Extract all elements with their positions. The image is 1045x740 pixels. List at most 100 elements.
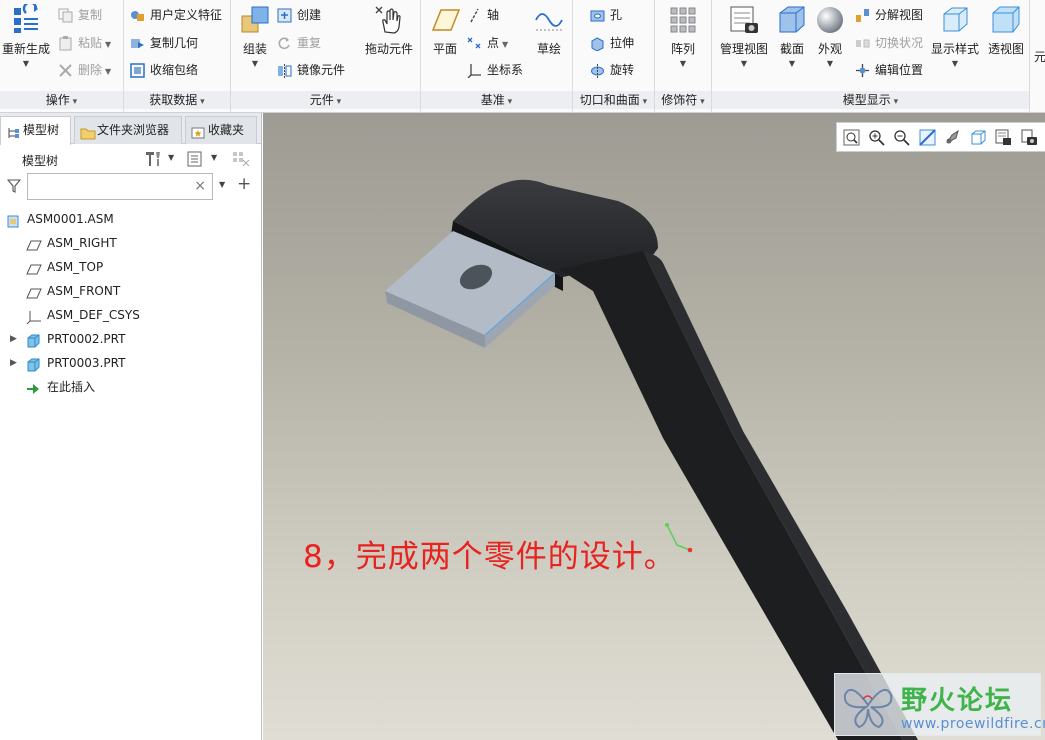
clear-icon[interactable]: ×	[194, 178, 206, 194]
tree-item-assembly[interactable]: ASM0001.ASM	[0, 207, 262, 231]
refit-icon[interactable]	[843, 129, 860, 146]
repaint-icon[interactable]	[919, 129, 936, 146]
explode-view-button[interactable]: 分解视图	[855, 4, 923, 26]
tree-search-row: × ▼ +	[0, 173, 262, 203]
regenerate-button[interactable]: 重新生成 ▼	[0, 1, 52, 68]
add-icon[interactable]: +	[237, 174, 251, 194]
plane-button[interactable]: 平面	[425, 4, 465, 57]
group-label-component[interactable]: 元件	[231, 91, 420, 109]
chevron-down-icon[interactable]: ▼	[211, 153, 217, 162]
group-label-datum[interactable]: 基准	[421, 91, 572, 109]
group-label-cut-surface[interactable]: 切口和曲面	[573, 91, 654, 109]
saved-orientations-icon[interactable]	[970, 129, 987, 146]
folder-icon	[80, 123, 96, 140]
appearance-button[interactable]: 外观 ▼	[812, 4, 848, 68]
tree-item-label: PRT0003.PRT	[47, 356, 126, 370]
overflow-button[interactable]: 元	[1034, 48, 1045, 65]
axis-button[interactable]: 轴	[467, 4, 499, 26]
expand-arrow-icon[interactable]: ▶	[10, 351, 17, 375]
group-label-model-display[interactable]: 模型显示	[712, 91, 1029, 109]
tree-item-part[interactable]: ▶ PRT0003.PRT	[0, 351, 262, 375]
assemble-button[interactable]: 组装 ▼	[235, 4, 275, 68]
repeat-button[interactable]: 重复	[277, 32, 321, 54]
drag-components-button[interactable]: 拖动元件	[361, 4, 417, 57]
tab-model-tree[interactable]: 模型树	[0, 116, 71, 145]
tab-favorites[interactable]: 收藏夹	[185, 116, 257, 144]
tree-search-input[interactable]: ×	[27, 173, 213, 200]
chevron-down-icon[interactable]: ▼	[219, 180, 225, 189]
tree-item-datum-plane[interactable]: ASM_FRONT	[0, 279, 262, 303]
tab-folder-browser-label: 文件夹浏览器	[97, 123, 170, 137]
toggle-status-button[interactable]: 切换状况	[855, 32, 923, 54]
explode-view-icon	[855, 8, 870, 23]
tree-item-datum-plane[interactable]: ASM_RIGHT	[0, 231, 262, 255]
section-button[interactable]: 截面 ▼	[774, 4, 810, 68]
pattern-button[interactable]: 阵列 ▼	[661, 4, 705, 68]
favorites-icon	[191, 123, 205, 139]
copy-label: 复制	[78, 8, 103, 22]
group-component: 组装 ▼ 创建 重复 镜像元件 拖动元件 元件	[231, 0, 421, 113]
display-style-button[interactable]: 显示样式 ▼	[930, 4, 980, 68]
create-label: 创建	[297, 8, 322, 22]
camera-icon[interactable]	[1021, 129, 1038, 146]
chevron-down-icon: ▼	[679, 59, 687, 68]
mirror-component-button[interactable]: 镜像元件	[277, 59, 345, 81]
tree-filters-icon[interactable]	[186, 150, 204, 168]
drag-components-label: 拖动元件	[364, 42, 413, 56]
hole-button[interactable]: 孔	[590, 4, 622, 26]
point-icon	[467, 36, 482, 51]
tree-item-insert-here[interactable]: 在此插入	[0, 375, 262, 399]
group-label-operations[interactable]: 操作	[0, 91, 123, 109]
manage-views-button[interactable]: 管理视图 ▼	[716, 4, 772, 68]
perspective-cube-icon	[990, 4, 1022, 36]
view-manager-icon[interactable]	[995, 129, 1012, 146]
filter-icon[interactable]	[6, 179, 22, 193]
sketch-button[interactable]: 草绘	[529, 4, 569, 57]
perspective-button[interactable]: 透视图	[984, 4, 1028, 57]
chevron-down-icon: ▼	[740, 59, 748, 68]
tree-item-csys[interactable]: ASM_DEF_CSYS	[0, 303, 262, 327]
model-tree-panel: 模型树 文件夹浏览器 收藏夹 模型树 ▼ ▼ × ▼ + ASM0001.ASM…	[0, 113, 262, 740]
create-icon	[277, 8, 292, 23]
user-defined-feature-button[interactable]: 用户定义特征	[130, 4, 222, 26]
tree-item-label: ASM0001.ASM	[27, 212, 114, 226]
graphics-viewport[interactable]: 8，完成两个零件的设计。 野火论坛 www.proewildfire.cn	[263, 113, 1045, 740]
assemble-icon	[239, 4, 271, 36]
copy-button[interactable]: 复制	[58, 4, 102, 26]
copy-geometry-button[interactable]: 复制几何	[130, 32, 198, 54]
expand-arrow-icon[interactable]: ▶	[10, 327, 17, 351]
paste-label: 粘贴	[78, 36, 103, 50]
edit-position-button[interactable]: 编辑位置	[855, 59, 923, 81]
explode-view-label: 分解视图	[875, 8, 924, 22]
shrinkwrap-button[interactable]: 收缩包络	[130, 59, 198, 81]
chevron-down-icon: ▼	[788, 59, 796, 68]
tab-folder-browser[interactable]: 文件夹浏览器	[74, 116, 182, 144]
tree-item-part[interactable]: ▶ PRT0002.PRT	[0, 327, 262, 351]
tree-item-label: 在此插入	[47, 380, 96, 394]
orient-mode-icon[interactable]	[944, 129, 961, 146]
paste-button[interactable]: 粘贴 ▼	[58, 32, 111, 54]
perspective-label: 透视图	[987, 42, 1024, 56]
create-button[interactable]: 创建	[277, 4, 321, 26]
tree-item-datum-plane[interactable]: ASM_TOP	[0, 255, 262, 279]
pattern-icon	[667, 4, 699, 36]
part-icon	[26, 356, 40, 372]
revolve-button[interactable]: 旋转	[590, 59, 634, 81]
csys-button[interactable]: 坐标系	[467, 59, 523, 81]
chevron-down-icon[interactable]: ▼	[168, 153, 174, 162]
zoom-out-icon[interactable]	[893, 129, 910, 146]
group-cut-surface: 孔 拉伸 旋转 切口和曲面	[573, 0, 655, 113]
extrude-button[interactable]: 拉伸	[590, 32, 634, 54]
display-style-label: 显示样式	[930, 42, 979, 56]
tree-settings-icon[interactable]	[143, 150, 163, 168]
udf-icon	[130, 8, 145, 23]
shrinkwrap-label: 收缩包络	[150, 63, 199, 77]
point-button[interactable]: 点 ▼	[467, 32, 508, 54]
delete-button[interactable]: 删除 ▼	[58, 59, 111, 81]
assembly-model[interactable]	[263, 113, 1045, 740]
tree-columns-icon[interactable]	[232, 150, 252, 168]
zoom-in-icon[interactable]	[868, 129, 885, 146]
mirror-component-label: 镜像元件	[297, 63, 346, 77]
group-label-modifiers[interactable]: 修饰符	[655, 91, 711, 109]
group-label-get-data[interactable]: 获取数据	[124, 91, 230, 109]
